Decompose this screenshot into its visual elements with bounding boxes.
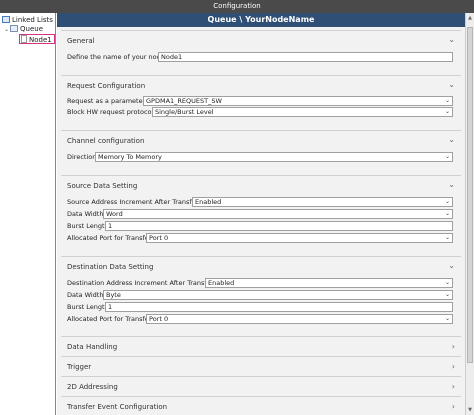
source-width-row: Data Width [67,210,104,218]
panel-header: Queue \ YourNodeName [57,13,465,27]
source-width-select[interactable]: Word ⌄ [103,209,453,219]
chevron-down-icon[interactable]: ⌄ [448,135,455,144]
chevron-right-icon[interactable]: › [452,382,455,391]
chevron-down-icon[interactable]: ⌄ [448,180,455,189]
tree-panel: Linked Lists ⌄ Queue Node1 [0,13,56,415]
configuration-panel: Queue \ YourNodeName General ⌄ Define th… [57,13,465,415]
linked-list-icon [2,15,10,23]
direction-row: Direction [67,153,97,161]
chevron-down-icon: ⌄ [444,108,450,115]
chevron-down-icon: ⌄ [444,279,450,286]
source-burst-row: Burst Length [67,222,109,230]
vertical-scrollbar[interactable]: ▲ ▼ [465,13,474,415]
chevron-down-icon: ⌄ [444,234,450,241]
section-data-handling[interactable]: Data Handling › [61,336,461,356]
source-port-row: Allocated Port for Transfer [67,234,152,242]
chevron-down-icon[interactable]: ⌄ [448,35,455,44]
section-transfer-event-configuration[interactable]: Transfer Event Configuration › [61,396,461,415]
chevron-right-icon[interactable]: › [452,342,455,351]
section-channel-configuration[interactable]: Channel configuration ⌄ [61,130,461,150]
chevron-down-icon: ⌄ [444,210,450,217]
scroll-thumb[interactable] [467,27,473,363]
tree-item-queue[interactable]: ⌄ Queue [4,24,43,34]
chevron-down-icon: ⌄ [444,97,450,104]
section-destination-data-setting[interactable]: Destination Data Setting ⌄ [61,256,461,276]
section-trigger[interactable]: Trigger › [61,356,461,376]
section-source-data-setting[interactable]: Source Data Setting ⌄ [61,175,461,195]
destination-burst-input[interactable]: 1 [105,302,453,312]
node-name-input[interactable]: Node1 [158,52,453,62]
destination-burst-row: Burst Length [67,303,109,311]
request-param-select[interactable]: GPDMA1_REQUEST_SW ⌄ [143,96,453,106]
hw-protocol-row: Block HW request protocol [67,108,154,116]
section-general[interactable]: General ⌄ [61,30,461,50]
chevron-down-icon: ⌄ [444,198,450,205]
section-request-configuration[interactable]: Request Configuration ⌄ [61,75,461,95]
destination-width-row: Data Width [67,291,104,299]
hw-protocol-select[interactable]: Single/Burst Level ⌄ [152,107,453,117]
window-title: Configuration [0,0,474,13]
request-param-row: Request as a parameter [67,97,146,105]
destination-port-select[interactable]: Port 0 ⌄ [146,314,453,324]
chevron-right-icon[interactable]: › [452,402,455,411]
source-increment-row: Source Address Increment After Transfer [67,198,199,206]
source-burst-input[interactable]: 1 [105,221,453,231]
node-file-icon [21,35,27,43]
chevron-right-icon[interactable]: › [452,362,455,371]
scroll-up-icon[interactable]: ▲ [466,15,474,21]
queue-icon [10,24,18,32]
chevron-down-icon[interactable]: ⌄ [448,261,455,270]
destination-port-row: Allocated Port for Transfer [67,315,152,323]
chevron-down-icon: ⌄ [444,315,450,322]
source-port-select[interactable]: Port 0 ⌄ [146,233,453,243]
destination-increment-select[interactable]: Enabled ⌄ [205,278,453,288]
source-increment-select[interactable]: Enabled ⌄ [192,197,453,207]
chevron-down-icon[interactable]: ⌄ [448,80,455,89]
direction-select[interactable]: Memory To Memory ⌄ [95,152,453,162]
node-name-row: Define the name of your node [67,53,165,61]
destination-width-select[interactable]: Byte ⌄ [103,290,453,300]
chevron-down-icon: ⌄ [444,291,450,298]
chevron-down-icon: ⌄ [444,153,450,160]
section-2d-addressing[interactable]: 2D Addressing › [61,376,461,396]
destination-increment-row: Destination Address Increment After Tran… [67,279,214,287]
scroll-down-icon[interactable]: ▼ [466,407,474,413]
tree-item-node1[interactable]: Node1 [19,34,55,44]
